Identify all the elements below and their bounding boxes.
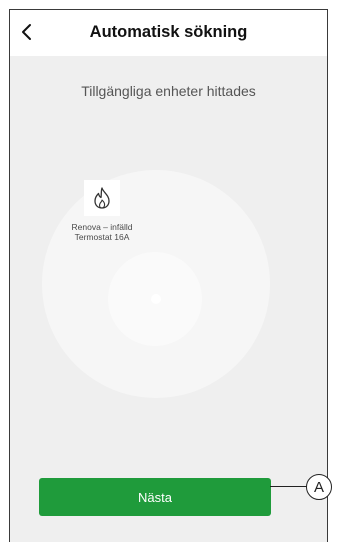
flame-icon [94,187,110,209]
device-name-line2: Termostat 16A [74,232,130,242]
device-name: Renova – infälld Termostat 16A [54,222,150,242]
phone-screen: Automatisk sökning Tillgängliga enheter … [9,9,328,542]
scan-radar-center [151,294,161,304]
page-title: Automatisk sökning [89,23,248,41]
callout-badge: A [306,474,332,500]
device-icon-container [84,180,120,216]
app-header: Automatisk sökning [10,10,327,56]
found-device-item[interactable]: Renova – infälld Termostat 16A [54,180,150,242]
next-button[interactable]: Nästa [39,478,271,516]
status-message: Tillgängliga enheter hittades [81,83,256,99]
callout-line [270,486,308,488]
device-name-line1: Renova – infälld [71,222,133,232]
